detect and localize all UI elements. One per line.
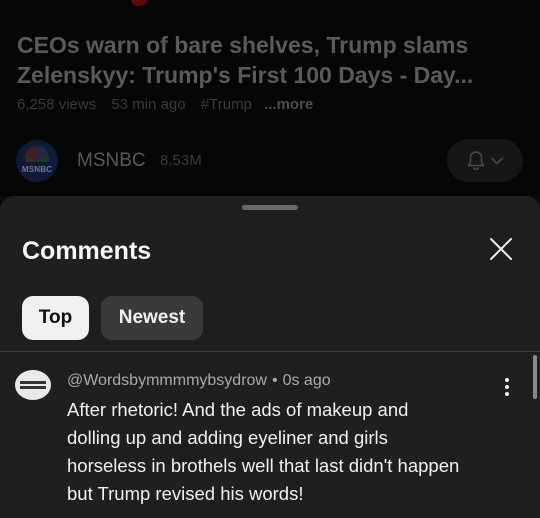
avatar-graphic bbox=[20, 381, 46, 384]
subscriber-count: 8.53M bbox=[160, 152, 202, 169]
channel-name[interactable]: MSNBC bbox=[77, 150, 146, 172]
video-meta: 6,258 views 53 min ago #Trump ...more bbox=[17, 96, 324, 113]
channel-avatar[interactable]: MSNBC bbox=[16, 140, 58, 182]
progress-dot bbox=[131, 0, 147, 6]
hashtag-link[interactable]: #Trump bbox=[201, 96, 252, 113]
comment-author[interactable]: @Wordsbymmmmybsydrow bbox=[67, 372, 267, 389]
comment-header: @Wordsbymmmmybsydrow • 0s ago bbox=[67, 372, 331, 390]
video-info-dimmed: CEOs warn of bare shelves, Trump slams Z… bbox=[0, 0, 540, 196]
channel-logo-text: MSNBC bbox=[21, 165, 53, 174]
separator-dot: • bbox=[271, 372, 278, 389]
divider bbox=[0, 351, 540, 352]
sheet-drag-handle[interactable] bbox=[242, 205, 298, 210]
upload-age: 53 min ago bbox=[111, 96, 186, 113]
avatar-graphic bbox=[20, 386, 46, 389]
video-title-line-1: CEOs warn of bare shelves, Trump slams bbox=[17, 32, 469, 58]
comment-line: After rhetoric! And the ads of makeup an… bbox=[67, 399, 409, 420]
scrollbar[interactable] bbox=[533, 355, 537, 399]
comment-time: 0s ago bbox=[282, 372, 331, 389]
video-title[interactable]: CEOs warn of bare shelves, Trump slams Z… bbox=[17, 30, 523, 90]
comments-sheet: Comments Top Newest @Wordsbymmmmybsydrow… bbox=[0, 196, 540, 518]
comments-title: Comments bbox=[22, 237, 152, 265]
video-title-line-2: Zelenskyy: Trump's First 100 Days - Day.… bbox=[17, 62, 474, 88]
filter-chip-top[interactable]: Top bbox=[22, 296, 89, 340]
chevron-down-icon bbox=[490, 156, 504, 166]
peacock-logo-icon bbox=[25, 146, 49, 162]
comment-text: After rhetoric! And the ads of makeup an… bbox=[67, 396, 522, 508]
close-icon bbox=[489, 237, 513, 266]
subscription-bell-button[interactable] bbox=[447, 139, 523, 182]
more-vertical-icon[interactable] bbox=[497, 376, 517, 398]
comment-line: dolling up and adding eyeliner and girls bbox=[67, 427, 388, 448]
commenter-avatar[interactable] bbox=[15, 370, 51, 400]
view-count: 6,258 views bbox=[17, 96, 97, 113]
comment-line: but Trump revised his words! bbox=[67, 483, 304, 504]
close-button[interactable] bbox=[486, 236, 516, 266]
more-link[interactable]: ...more bbox=[264, 96, 313, 113]
comment-line: horseless in brothels well that last did… bbox=[67, 455, 460, 476]
youtube-comments-screen: CEOs warn of bare shelves, Trump slams Z… bbox=[0, 0, 540, 518]
filter-chip-newest[interactable]: Newest bbox=[101, 296, 203, 340]
bell-icon bbox=[466, 150, 486, 172]
